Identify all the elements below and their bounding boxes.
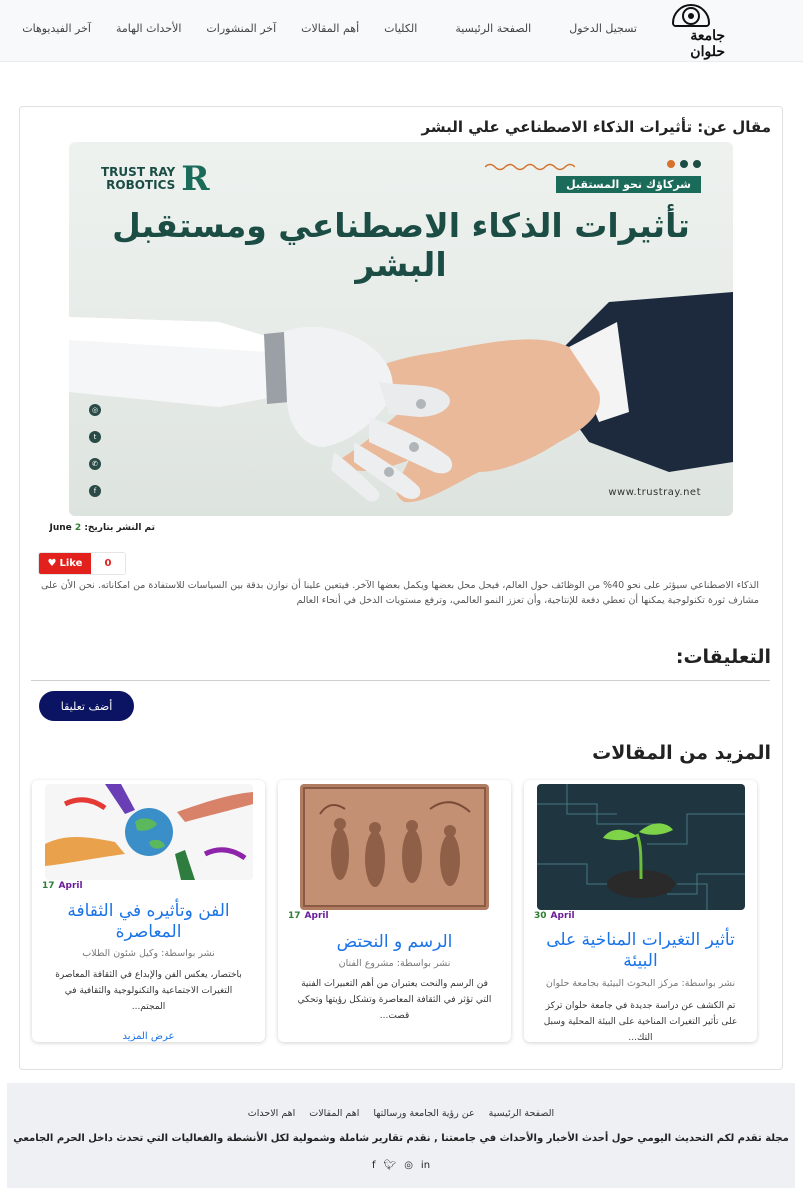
footer-link-vision[interactable]: عن رؤية الجامعة ورسالتها <box>374 1108 475 1119</box>
publish-date-label: تم النشر بتاريخ: <box>85 523 156 533</box>
footer: الصفحة الرئيسية عن رؤية الجامعة ورسالتها… <box>8 1083 796 1188</box>
handshake-illustration <box>70 292 734 503</box>
article-card-culture[interactable]: 17 April الفن وتأثيره في الثقافة المعاصرة… <box>33 780 266 1042</box>
navbar: جامعة حلوان تسجيل الدخول الصفحة الرئيسية… <box>0 0 804 62</box>
dots-decoration-icon <box>668 160 702 168</box>
image-headline: تأثيرات الذكاء الاصطناعي ومستقبل البشر <box>113 206 691 284</box>
nav-links: تسجيل الدخول الصفحة الرئيسية الكليات أهم… <box>0 22 638 35</box>
like-button[interactable]: ♥ Like <box>40 553 92 574</box>
article-card-climate[interactable]: 30 April تأثير التغيرات المناخية على البي… <box>525 780 758 1042</box>
university-logo[interactable]: جامعة حلوان <box>658 4 726 60</box>
footer-link-articles[interactable]: اهم المقالات <box>310 1108 360 1119</box>
footer-description: مجلة تقدم لكم التحديث اليومي حول أحدث ال… <box>14 1133 790 1144</box>
comments-title: التعليقات: <box>676 646 772 668</box>
card-date-day: 17 <box>43 881 56 891</box>
like-count: 0 <box>92 553 126 574</box>
publish-date-month: June <box>50 523 73 533</box>
like-widget: ♥ Like 0 <box>39 552 127 575</box>
image-social-icons: ◎ t ✆ f <box>90 404 102 497</box>
comments-divider <box>32 680 771 681</box>
card-image-relief <box>301 784 490 910</box>
trustray-brand: R TRUST RAY ROBOTICS <box>102 162 211 196</box>
article-image: R TRUST RAY ROBOTICS شركاؤك نحو المستقبل… <box>70 142 734 516</box>
card-date: 17 April <box>289 911 330 921</box>
nav-item-latest-posts[interactable]: آخر المنشورات <box>207 22 277 35</box>
card-excerpt: تم الكشف عن دراسة جديدة في جامعة حلوان ت… <box>544 1001 739 1042</box>
instagram-icon[interactable]: ◎ <box>405 1160 414 1171</box>
facebook-icon: f <box>90 485 102 497</box>
brand-line-2: ROBOTICS <box>107 178 177 192</box>
footer-social: f 🐦︎ ◎ in <box>8 1160 796 1171</box>
footer-link-home[interactable]: الصفحة الرئيسية <box>490 1108 556 1119</box>
footer-link-events[interactable]: اهم الاحداث <box>249 1108 297 1119</box>
card-title[interactable]: تأثير التغيرات المناخية على البيئة <box>525 930 758 972</box>
read-more-link[interactable]: عرض المزيد <box>33 1031 266 1042</box>
card-image-hands-globe <box>46 784 254 880</box>
card-excerpt: باختصار، يعكس الفن والإبداع في الثقافة ا… <box>56 970 243 1012</box>
twitter-icon[interactable]: 🐦︎ <box>384 1160 397 1171</box>
card-date-month: April <box>305 911 330 921</box>
card-date-month: April <box>59 881 84 891</box>
card-date: 30 April <box>535 911 576 921</box>
card-date: 17 April <box>43 881 84 891</box>
card-author: نشر بواسطة: مشروع الفنان <box>339 958 452 969</box>
article-card-art[interactable]: 17 April الرسم و النحتض نشر بواسطة: مشروع… <box>279 780 512 1042</box>
nav-item-home[interactable]: الصفحة الرئيسية <box>456 22 532 35</box>
logo-text: جامعة حلوان <box>691 28 726 60</box>
nav-item-events[interactable]: الأحداث الهامة <box>117 22 182 35</box>
card-excerpt: فن الرسم والنحت يعتبران من أهم التعبيرات… <box>298 979 493 1021</box>
publish-date: تم النشر بتاريخ: 2 June <box>50 523 156 533</box>
article-summary: الذكاء الاصطناعي سيؤثر على نحو 40% من ال… <box>42 580 760 606</box>
nav-item-top-articles[interactable]: أهم المقالات <box>302 22 360 35</box>
logo-emblem-icon <box>673 4 711 27</box>
like-label: Like <box>60 558 84 569</box>
card-date-month: April <box>551 911 576 921</box>
card-date-day: 17 <box>289 911 302 921</box>
article-title: مقال عن: تأثيرات الذكاء الاصطناعي علي ال… <box>422 118 772 136</box>
twitter-icon: t <box>90 431 102 443</box>
card-image-seedling <box>538 784 746 910</box>
heart-icon: ♥ <box>48 558 58 569</box>
whatsapp-icon: ✆ <box>90 458 102 470</box>
image-tag: شركاؤك نحو المستقبل <box>557 176 702 193</box>
brand-mark: R <box>182 159 211 199</box>
nav-item-colleges[interactable]: الكليات <box>385 22 418 35</box>
card-author: نشر بواسطة: وكيل شئون الطلاب <box>83 948 216 959</box>
card-date-day: 30 <box>535 911 548 921</box>
footer-links: الصفحة الرئيسية عن رؤية الجامعة ورسالتها… <box>8 1108 796 1119</box>
nav-item-videos[interactable]: آخر الفيديوهات <box>23 22 92 35</box>
more-articles-title: المزيد من المقالات <box>593 742 772 764</box>
brand-line-1: TRUST RAY <box>102 165 177 179</box>
wave-decoration-icon <box>486 163 576 171</box>
card-title[interactable]: الرسم و النحتض <box>279 932 512 953</box>
publish-date-day: 2 <box>75 523 83 533</box>
nav-login-link[interactable]: تسجيل الدخول <box>570 22 638 35</box>
image-url: www.trustray.net <box>609 487 702 498</box>
card-title[interactable]: الفن وتأثيره في الثقافة المعاصرة <box>33 901 266 943</box>
card-author: نشر بواسطة: مركز البحوث البيئية بجامعة ح… <box>546 978 737 989</box>
linkedin-icon[interactable]: in <box>422 1160 431 1171</box>
add-comment-button[interactable]: أضف تعليقا <box>40 691 135 721</box>
facebook-icon[interactable]: f <box>373 1160 377 1171</box>
instagram-icon: ◎ <box>90 404 102 416</box>
